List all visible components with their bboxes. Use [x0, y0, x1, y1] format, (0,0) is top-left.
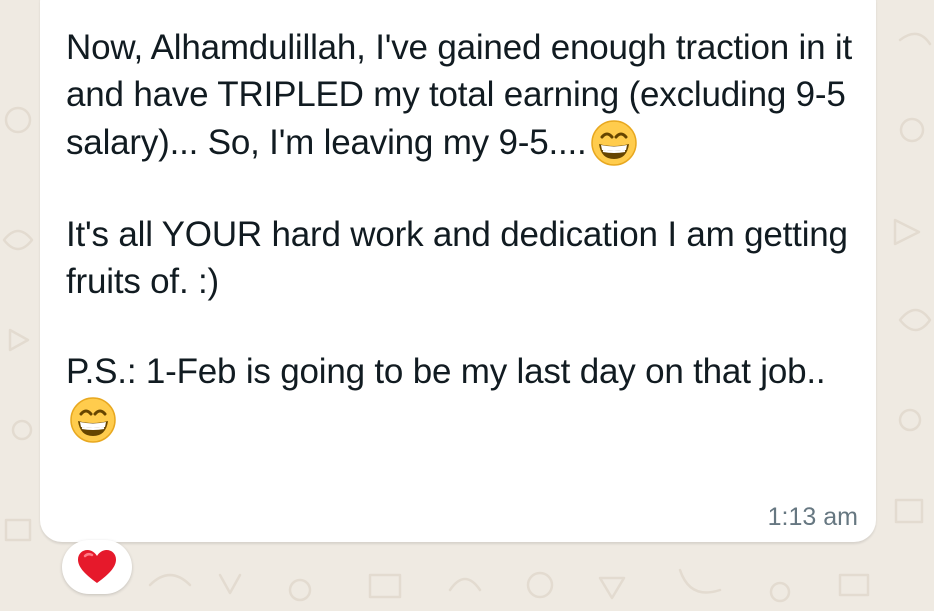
message-text: Now, Alhamdulillah, I've gained enough t…	[66, 24, 856, 445]
grinning-face-emoji-icon	[589, 118, 639, 168]
paragraph-text: It's all YOUR hard work and dedication I…	[66, 215, 848, 301]
grinning-face-emoji-icon	[68, 395, 118, 445]
message-timestamp: 1:13 am	[767, 503, 858, 531]
paragraph-text: Now, Alhamdulillah, I've gained enough t…	[66, 28, 853, 162]
message-paragraph-2: It's all YOUR hard work and dedication I…	[66, 211, 856, 305]
message-paragraph-1: Now, Alhamdulillah, I've gained enough t…	[66, 24, 856, 168]
message-paragraph-3: P.S.: 1-Feb is going to be my last day o…	[66, 348, 856, 445]
paragraph-text: P.S.: 1-Feb is going to be my last day o…	[66, 352, 826, 391]
message-bubble[interactable]: Now, Alhamdulillah, I've gained enough t…	[40, 0, 876, 542]
reaction-badge[interactable]	[62, 540, 132, 594]
red-heart-icon	[78, 550, 116, 583]
